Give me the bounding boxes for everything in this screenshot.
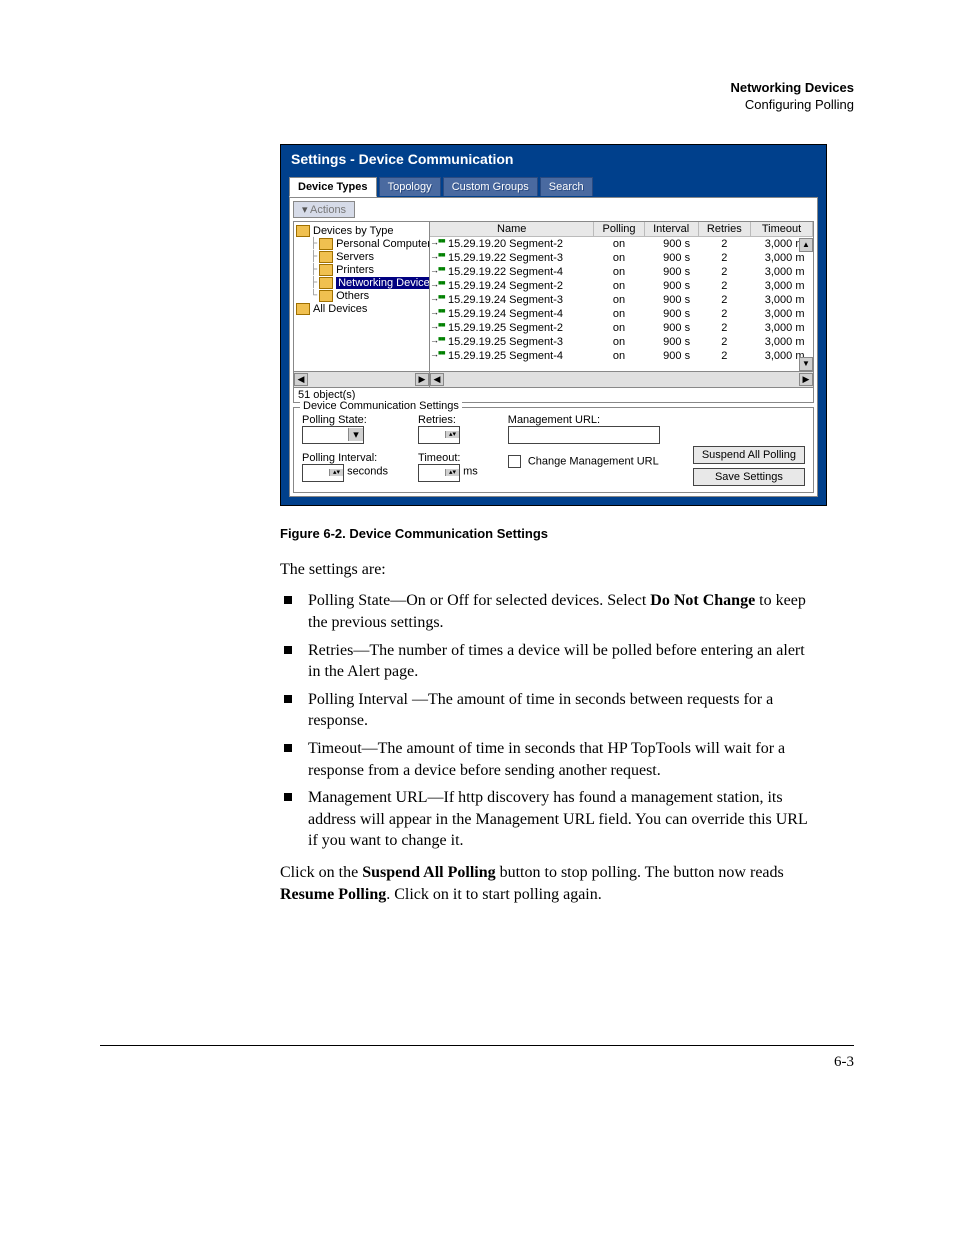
folder-icon — [296, 303, 310, 315]
segment-icon — [434, 337, 446, 345]
body-text: The settings are: Polling State—On or Of… — [280, 559, 820, 905]
polling-interval-unit: seconds — [347, 465, 388, 477]
tab-custom-groups[interactable]: Custom Groups — [443, 177, 538, 196]
timeout-label: Timeout: — [418, 452, 478, 464]
col-timeout[interactable]: Timeout — [751, 222, 813, 237]
table-row[interactable]: 15.29.19.25 Segment-3on900 s23,000 m — [430, 335, 813, 349]
folder-icon — [319, 264, 333, 276]
settings-window: Settings - Device Communication Device T… — [280, 144, 827, 506]
table-row[interactable]: 15.29.19.24 Segment-4on900 s23,000 m — [430, 307, 813, 321]
grid-hscroll[interactable]: ◀ ▶ — [430, 371, 813, 387]
page-number: 6-3 — [834, 1054, 854, 1070]
scroll-down-icon[interactable]: ▼ — [799, 357, 813, 371]
tab-bar: Device Types Topology Custom Groups Sear… — [281, 173, 826, 197]
table-row[interactable]: 15.29.19.22 Segment-4on900 s23,000 m — [430, 265, 813, 279]
tree-item-servers[interactable]: ├ Servers — [310, 251, 429, 263]
list-item: Retries—The number of times a device wil… — [280, 640, 820, 683]
list-item: Polling Interval —The amount of time in … — [280, 689, 820, 732]
list-item: Timeout—The amount of time in seconds th… — [280, 738, 820, 781]
scroll-up-icon[interactable]: ▲ — [799, 238, 813, 252]
grid-pane: Name Polling Interval Retries Timeout 15… — [430, 222, 813, 387]
polling-interval-spinner[interactable] — [302, 464, 344, 482]
group-legend: Device Communication Settings — [300, 400, 462, 412]
table-row[interactable]: 15.29.19.24 Segment-3on900 s23,000 m — [430, 293, 813, 307]
settings-list: Polling State—On or Off for selected dev… — [280, 590, 820, 852]
save-settings-button[interactable]: Save Settings — [693, 468, 805, 486]
segment-icon — [434, 323, 446, 331]
change-mgmt-checkbox[interactable] — [508, 455, 521, 468]
scroll-left-icon[interactable]: ◀ — [430, 373, 444, 386]
table-row[interactable]: 15.29.19.22 Segment-3on900 s23,000 m — [430, 251, 813, 265]
device-table: Name Polling Interval Retries Timeout 15… — [430, 222, 813, 363]
retries-spinner[interactable] — [418, 426, 460, 444]
folder-icon — [319, 251, 333, 263]
header-subtitle: Configuring Polling — [100, 97, 854, 114]
tab-topology[interactable]: Topology — [379, 177, 441, 196]
timeout-spinner[interactable] — [418, 464, 460, 482]
segment-icon — [434, 309, 446, 317]
tree-root-all-devices[interactable]: All Devices — [296, 303, 429, 315]
page-footer: 6-3 — [100, 1045, 854, 1071]
tab-device-types[interactable]: Device Types — [289, 177, 377, 197]
folder-icon — [319, 290, 333, 302]
polling-state-label: Polling State: — [302, 414, 388, 426]
segment-icon — [434, 253, 446, 261]
scroll-left-icon[interactable]: ◀ — [294, 373, 308, 386]
suspend-all-polling-button[interactable]: Suspend All Polling — [693, 446, 805, 464]
scroll-right-icon[interactable]: ▶ — [799, 373, 813, 386]
intro-line: The settings are: — [280, 559, 820, 581]
header-title: Networking Devices — [100, 80, 854, 97]
col-retries[interactable]: Retries — [698, 222, 750, 237]
retries-label: Retries: — [418, 414, 478, 426]
folder-icon — [319, 277, 333, 289]
col-name[interactable]: Name — [430, 222, 594, 237]
timeout-unit: ms — [463, 465, 478, 477]
list-item: Polling State—On or Off for selected dev… — [280, 590, 820, 633]
tree-item-networking-devices[interactable]: ├ Networking Devices — [310, 277, 429, 289]
polling-state-combo[interactable] — [302, 426, 364, 444]
folder-icon — [319, 238, 333, 250]
device-comm-settings-group: Device Communication Settings Polling St… — [293, 407, 814, 493]
change-mgmt-label: Change Management URL — [528, 455, 659, 467]
polling-interval-label: Polling Interval: — [302, 452, 388, 464]
segment-icon — [434, 239, 446, 247]
mgmt-url-label: Management URL: — [508, 414, 660, 426]
segment-icon — [434, 351, 446, 359]
figure-caption: Figure 6-2. Device Communication Setting… — [280, 526, 854, 541]
folder-icon — [296, 225, 310, 237]
tree-pane: Devices by Type ├ Personal Computers ├ S… — [294, 222, 430, 387]
table-row[interactable]: 15.29.19.24 Segment-2on900 s23,000 m — [430, 279, 813, 293]
actions-menu[interactable]: Actions — [293, 201, 355, 218]
table-row[interactable]: 15.29.19.25 Segment-4on900 s23,000 m — [430, 349, 813, 363]
tree-item-personal-computers[interactable]: ├ Personal Computers — [310, 238, 429, 250]
segment-icon — [434, 295, 446, 303]
tree-item-others[interactable]: └ Others — [310, 290, 429, 302]
segment-icon — [434, 281, 446, 289]
table-row[interactable]: 15.29.19.20 Segment-2on900 s23,000 m — [430, 236, 813, 251]
table-row[interactable]: 15.29.19.25 Segment-2on900 s23,000 m — [430, 321, 813, 335]
tree-hscroll[interactable]: ◀ ▶ — [294, 371, 429, 387]
closing-paragraph: Click on the Suspend All Polling button … — [280, 862, 820, 905]
scroll-right-icon[interactable]: ▶ — [415, 373, 429, 386]
tab-search[interactable]: Search — [540, 177, 593, 196]
segment-icon — [434, 267, 446, 275]
app-panel: Actions Devices by Type ├ Personal Compu… — [289, 197, 818, 497]
tree-root-devices-by-type[interactable]: Devices by Type — [296, 225, 429, 237]
tree-item-printers[interactable]: ├ Printers — [310, 264, 429, 276]
mgmt-url-input[interactable] — [508, 426, 660, 444]
page-header: Networking Devices Configuring Polling — [100, 80, 854, 114]
col-polling[interactable]: Polling — [594, 222, 644, 237]
window-title: Settings - Device Communication — [281, 145, 826, 173]
col-interval[interactable]: Interval — [644, 222, 698, 237]
list-item: Management URL—If http discovery has fou… — [280, 787, 820, 852]
work-area: Devices by Type ├ Personal Computers ├ S… — [293, 221, 814, 388]
